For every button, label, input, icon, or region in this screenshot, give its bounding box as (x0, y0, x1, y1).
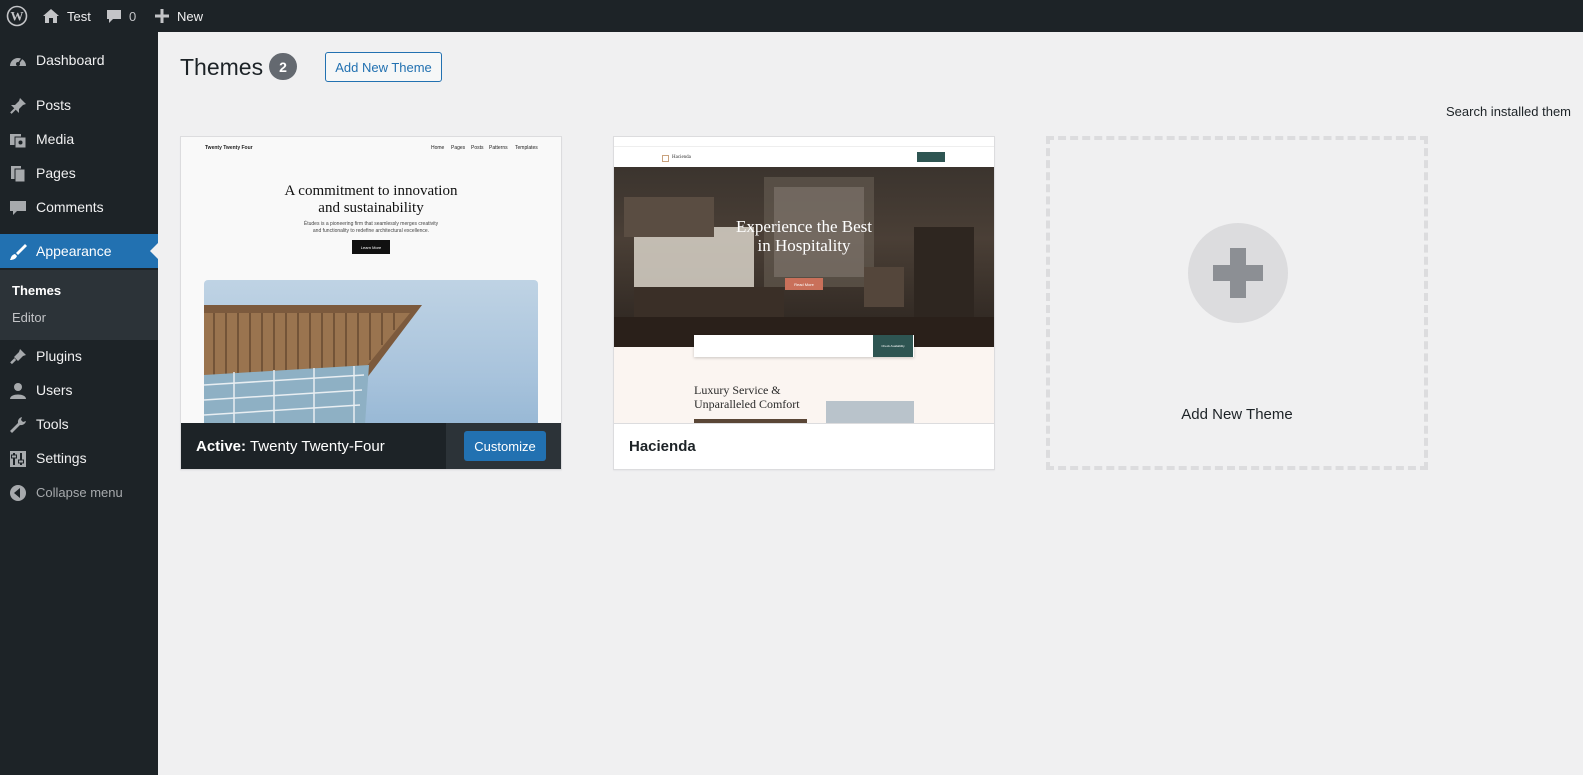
preview-brand: Hacienda (672, 155, 691, 160)
preview-nav-item: Posts (471, 145, 484, 151)
theme-name: Hacienda (629, 438, 696, 455)
collapse-icon (8, 483, 28, 503)
submenu-item-editor[interactable]: Editor (12, 310, 46, 325)
preview-paragraph-line: and functionality to redefine architectu… (312, 228, 430, 234)
sidebar-item-users[interactable]: Users (0, 373, 158, 407)
theme-screenshot[interactable]: Twenty Twenty Four Home Pages Posts Patt… (181, 137, 561, 423)
plugin-icon (8, 347, 28, 367)
preview-read-more-button: Read More (785, 278, 823, 290)
preview-headline-line: and sustainability (318, 200, 424, 216)
appearance-submenu: Themes Editor (0, 270, 158, 340)
add-new-theme-button[interactable]: Add New Theme (325, 52, 442, 82)
sidebar-item-label: Tools (36, 416, 69, 432)
theme-name-text: Twenty Twenty-Four (249, 437, 385, 455)
new-label: New (177, 8, 204, 24)
wordpress-logo-icon[interactable]: W (6, 0, 28, 32)
preview-login-button (917, 152, 945, 162)
search-installed-themes-label: Search installed them (1446, 104, 1572, 119)
admin-sidebar: Dashboard Posts Media Pages Comments App… (0, 32, 158, 775)
sidebar-item-tools[interactable]: Tools (0, 407, 158, 441)
theme-name: Active: Twenty Twenty-Four (196, 438, 385, 455)
sidebar-item-label: Comments (36, 199, 104, 215)
add-new-theme-card[interactable]: Add New Theme (1046, 136, 1428, 470)
plus-icon (1188, 223, 1288, 323)
preview-section-title: Luxury Service & Unparalleled Comfort (694, 383, 800, 411)
sidebar-item-label: Pages (36, 165, 76, 181)
sidebar-item-label: Appearance (36, 243, 112, 259)
sidebar-item-label: Media (36, 131, 75, 147)
svg-text:W: W (11, 9, 24, 24)
preview-headline: Experience the Best in Hospitality (614, 217, 994, 255)
paintbrush-icon (8, 242, 28, 262)
preview-section-image (826, 401, 914, 423)
sidebar-item-appearance[interactable]: Appearance (0, 234, 158, 268)
comments-count: 0 (129, 8, 137, 24)
home-icon (42, 8, 60, 24)
preview-section-title-line: Unparalleled Comfort (694, 397, 800, 411)
media-icon (8, 130, 28, 150)
preview-logo-icon (662, 155, 669, 162)
preview-site-title: Twenty Twenty Four (205, 145, 253, 151)
preview-headline-line: Experience the Best (736, 217, 872, 236)
sidebar-item-posts[interactable]: Posts (0, 88, 158, 122)
page-title: Themes (180, 54, 264, 80)
preview-learn-more-button: Learn More (352, 240, 390, 254)
preview-section-title-line: Luxury Service & (694, 383, 781, 397)
sidebar-item-label: Plugins (36, 348, 82, 364)
sidebar-item-label: Settings (36, 450, 87, 466)
wrench-icon (8, 415, 28, 435)
active-label: Active: (196, 437, 247, 455)
preview-headline: A commitment to innovation and sustainab… (181, 183, 561, 217)
theme-card-twenty-twenty-four[interactable]: Twenty Twenty Four Home Pages Posts Patt… (180, 136, 562, 470)
preview-building-image (204, 280, 538, 423)
preview-nav-item: Patterns (489, 145, 508, 151)
preview-check-availability-button: Check Availability (873, 335, 913, 357)
preview-topbar (614, 137, 994, 147)
sidebar-item-comments[interactable]: Comments (0, 190, 158, 224)
dashboard-icon (8, 51, 28, 71)
theme-footer: Active: Twenty Twenty-Four Customize (181, 423, 561, 469)
new-content-link[interactable]: New (155, 0, 203, 32)
sidebar-item-plugins[interactable]: Plugins (0, 339, 158, 373)
theme-card-hacienda[interactable]: Hacienda Experience the Best in Hospital… (613, 136, 995, 470)
plus-icon (155, 9, 169, 23)
sidebar-item-label: Collapse menu (36, 484, 123, 500)
comment-icon (8, 198, 28, 218)
pages-icon (8, 164, 28, 184)
sidebar-item-media[interactable]: Media (0, 122, 158, 156)
comment-icon (106, 9, 122, 24)
comments-link[interactable]: 0 (106, 0, 136, 32)
preview-paragraph-line: Études is a pioneering firm that seamles… (303, 221, 439, 227)
theme-screenshot[interactable]: Hacienda Experience the Best in Hospital… (614, 137, 994, 423)
preview-headline-line: A commitment to innovation (284, 183, 458, 199)
admin-toolbar: W Test 0 New (0, 0, 1583, 32)
main-content: Themes 2 Add New Theme Search installed … (158, 32, 1583, 775)
settings-icon (8, 449, 28, 469)
submenu-item-themes[interactable]: Themes (12, 283, 61, 298)
sidebar-item-label: Dashboard (36, 52, 105, 68)
sidebar-item-label: Users (36, 382, 73, 398)
customize-button[interactable]: Customize (464, 431, 546, 461)
preview-nav-item: Pages (451, 145, 466, 151)
current-menu-arrow (150, 243, 158, 259)
pushpin-icon (8, 96, 28, 116)
preview-headline-line: in Hospitality (757, 236, 851, 255)
sidebar-item-settings[interactable]: Settings (0, 441, 158, 475)
collapse-menu-button[interactable]: Collapse menu (0, 475, 158, 509)
sidebar-item-dashboard[interactable]: Dashboard (0, 43, 158, 77)
add-new-theme-label: Add New Theme (1181, 406, 1293, 423)
site-name: Test (67, 8, 91, 24)
preview-paragraph: Études is a pioneering firm that seamles… (181, 221, 561, 235)
preview-lower-section (614, 347, 994, 423)
sidebar-item-label: Posts (36, 97, 72, 113)
theme-footer: Hacienda (614, 423, 994, 469)
preview-nav-item: Home (431, 145, 445, 151)
preview-hero-image (614, 167, 994, 347)
preview-nav-item: Templates (515, 145, 538, 151)
site-name-link[interactable]: Test (42, 0, 91, 32)
sidebar-item-pages[interactable]: Pages (0, 156, 158, 190)
user-icon (8, 381, 28, 401)
theme-count-badge: 2 (269, 53, 297, 80)
